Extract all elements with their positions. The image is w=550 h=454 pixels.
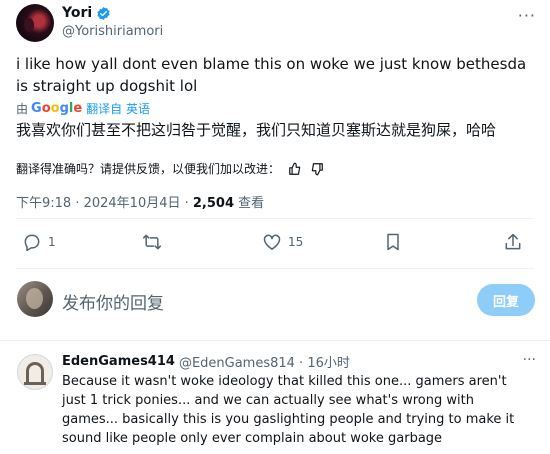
reply-header: EdenGames414 @EdenGames814 · 16小时 xyxy=(62,352,350,371)
like-action[interactable]: 15 xyxy=(262,232,303,252)
tweet-actions: 1 15 xyxy=(0,232,550,256)
author-avatar[interactable] xyxy=(16,4,54,42)
translated-prefix: 由 xyxy=(16,102,29,116)
thumbs-up-icon[interactable] xyxy=(288,162,302,176)
share-action[interactable] xyxy=(503,232,523,252)
reply-text: Because it wasn't woke ideology that kil… xyxy=(62,374,515,446)
translation-feedback: 翻译得准确吗？请提供反馈，以便我们加以改进： xyxy=(16,160,324,177)
like-icon xyxy=(263,234,281,250)
tweet-meta: 下午9:18 · 2024年10月4日 · 2,504 查看 xyxy=(16,192,264,211)
retweet-icon xyxy=(142,234,162,250)
reply-handle-time[interactable]: @EdenGames814 · 16小时 xyxy=(179,352,350,371)
reply-icon xyxy=(24,234,40,252)
views-label: 查看 xyxy=(234,196,265,211)
current-user-avatar[interactable] xyxy=(17,281,53,317)
share-icon xyxy=(505,233,521,250)
reply-author-avatar[interactable] xyxy=(17,354,53,390)
verified-badge-icon xyxy=(97,6,110,20)
reply-button[interactable]: 回复 xyxy=(477,284,535,316)
thumbs-down-icon[interactable] xyxy=(310,162,324,176)
translation-attribution: 由 Google 翻译自 英语 xyxy=(16,100,150,117)
author-handle[interactable]: @Yorishiriamori xyxy=(62,24,163,39)
retweet-action[interactable] xyxy=(142,232,162,252)
divider xyxy=(16,218,534,219)
arch-logo-base xyxy=(24,382,46,385)
tweet-text: i like how yall dont even blame this on … xyxy=(16,55,527,95)
reply-action[interactable]: 1 xyxy=(22,232,56,252)
author-display-name[interactable]: Yori xyxy=(62,5,92,21)
google-logo: Google xyxy=(31,101,83,116)
arch-logo xyxy=(26,362,44,382)
divider xyxy=(16,268,534,269)
divider xyxy=(0,340,550,341)
tweet-author: Yori @Yorishiriamori xyxy=(62,4,163,39)
more-icon[interactable]: ··· xyxy=(518,6,536,25)
views-count: 2,504 xyxy=(192,196,235,211)
more-icon[interactable]: ··· xyxy=(523,352,536,368)
reply-composer: 发布你的回复 回复 xyxy=(0,281,550,321)
reply-count: 1 xyxy=(48,235,56,249)
reply-author-name[interactable]: EdenGames414 xyxy=(62,354,175,369)
feedback-prompt: 翻译得准确吗？请提供反馈，以便我们加以改进： xyxy=(16,162,281,176)
tweet-timestamp[interactable]: 下午9:18 · 2024年10月4日 · xyxy=(16,196,193,211)
reply-input[interactable]: 发布你的回复 xyxy=(62,289,164,314)
bookmark-action[interactable] xyxy=(383,232,403,252)
like-count: 15 xyxy=(288,235,304,249)
bookmark-icon xyxy=(387,233,399,251)
translated-from-link[interactable]: 翻译自 英语 xyxy=(86,100,150,117)
translated-text: 我喜欢你们甚至不把这归咎于觉醒，我们只知道贝塞斯达就是狗屎，哈哈 xyxy=(16,121,497,139)
